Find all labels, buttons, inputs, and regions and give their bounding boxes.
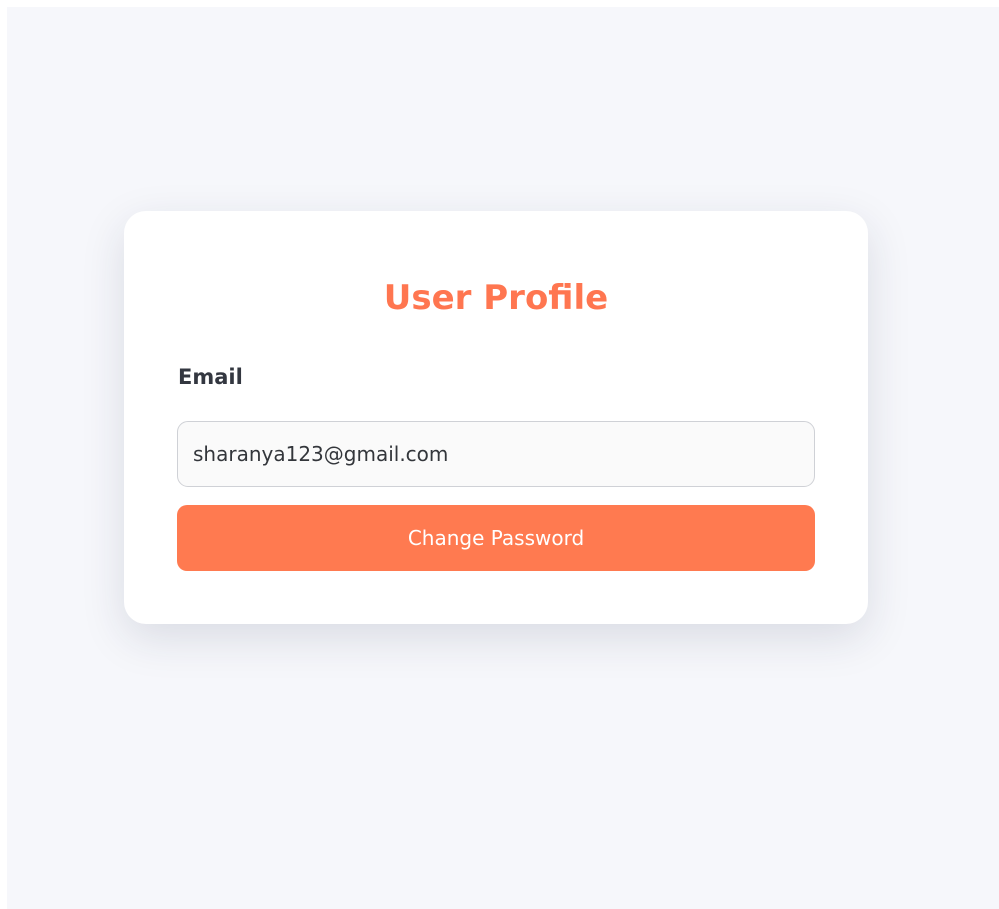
profile-card: User Profile Email Change Password xyxy=(124,211,868,624)
change-password-button[interactable]: Change Password xyxy=(177,505,815,571)
page-title: User Profile xyxy=(383,278,609,318)
email-field[interactable] xyxy=(177,421,815,487)
page-background: User Profile Email Change Password xyxy=(7,7,999,909)
email-label: Email xyxy=(178,365,243,389)
